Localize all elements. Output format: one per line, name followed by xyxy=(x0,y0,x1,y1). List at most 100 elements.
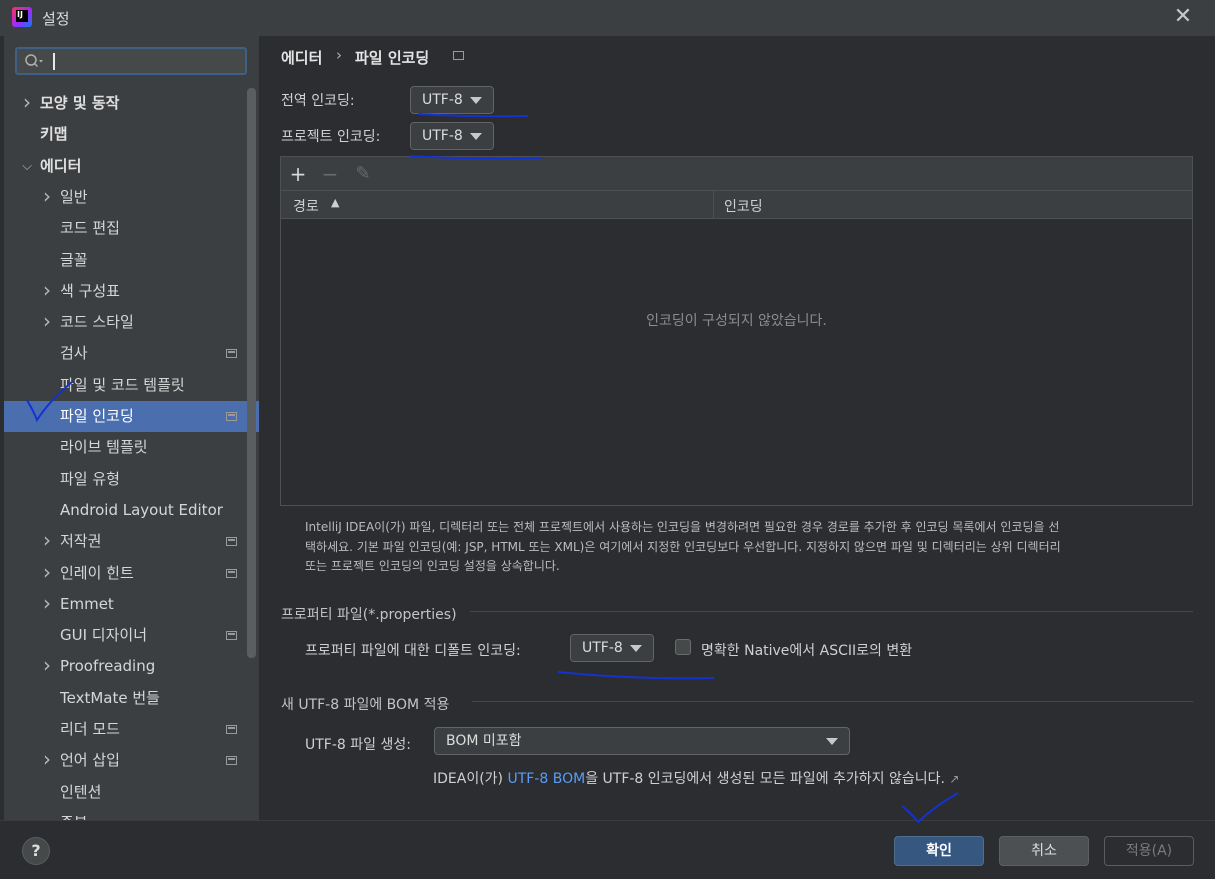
ok-button[interactable]: 확인 xyxy=(894,836,984,866)
sidebar-item[interactable]: › 색 구성표 xyxy=(4,276,259,307)
project-encoding-label: 프로젝트 인코딩: xyxy=(281,129,381,145)
chevron-right-icon[interactable]: › xyxy=(40,276,54,305)
sidebar-item[interactable]: › 언어 삽입 xyxy=(4,745,259,776)
chevron-down-icon[interactable]: ⌵ xyxy=(20,151,34,182)
column-divider[interactable] xyxy=(713,191,714,218)
remove-icon[interactable]: − xyxy=(319,163,341,185)
help-button[interactable]: ? xyxy=(22,837,50,865)
chevron-right-icon[interactable]: › xyxy=(40,745,54,774)
global-encoding-label: 전역 인코딩: xyxy=(281,93,355,109)
sidebar-item[interactable]: › 코드 스타일 xyxy=(4,307,259,338)
chevron-right-icon[interactable]: › xyxy=(20,88,34,117)
sidebar-item-label: 중복 xyxy=(60,808,88,820)
project-scope-icon xyxy=(226,349,237,359)
bom-note-suffix: 을 UTF-8 인코딩에서 생성된 모든 파일에 추가하지 않습니다. xyxy=(585,771,945,787)
native-ascii-checkbox[interactable] xyxy=(675,639,691,655)
sidebar-item[interactable]: 라이브 템플릿 xyxy=(4,432,259,463)
table-header: 경로 ▲ 인코딩 xyxy=(281,190,1192,219)
edit-icon[interactable]: ✎ xyxy=(352,163,374,185)
chevron-right-icon[interactable]: › xyxy=(40,526,54,555)
sidebar-item-label: 키맵 xyxy=(40,125,68,144)
utf8-bom-link[interactable]: UTF-8 BOM xyxy=(507,771,585,787)
close-icon[interactable]: ✕ xyxy=(1172,6,1194,28)
table-toolbar: + − ✎ xyxy=(281,157,1192,190)
section-divider xyxy=(470,611,1193,612)
column-header-path[interactable]: 경로 xyxy=(293,196,319,216)
sort-ascending-icon: ▲ xyxy=(331,196,340,209)
sidebar-item[interactable]: › 모양 및 동작 xyxy=(4,88,259,119)
sidebar-item[interactable]: › Emmet xyxy=(4,589,259,620)
chevron-down-icon xyxy=(470,97,482,104)
chevron-down-icon xyxy=(826,738,838,745)
sidebar-item[interactable]: GUI 디자이너 xyxy=(4,620,259,651)
sidebar-item[interactable]: Android Layout Editor xyxy=(4,495,259,526)
sidebar-item[interactable]: › 저작권 xyxy=(4,526,259,557)
chevron-right-icon[interactable]: › xyxy=(40,558,54,587)
sidebar-item[interactable]: 글꼴 xyxy=(4,245,259,276)
sidebar-item-label: 일반 xyxy=(60,187,88,206)
sidebar-item[interactable]: › 인레이 힌트 xyxy=(4,558,259,589)
project-scope-icon xyxy=(226,568,237,578)
sidebar-item[interactable]: ⌵ 에디터 xyxy=(4,151,259,182)
sidebar-item-label: TextMate 번들 xyxy=(60,688,160,707)
apply-button[interactable]: 적용(A) xyxy=(1104,836,1194,866)
sidebar-scrollbar[interactable] xyxy=(247,88,256,658)
chevron-right-icon[interactable]: › xyxy=(40,307,54,336)
sidebar-item[interactable]: 인텐션 xyxy=(4,777,259,808)
project-scope-icon xyxy=(226,537,237,547)
sidebar-item[interactable]: 검사 xyxy=(4,338,259,369)
section-divider xyxy=(472,701,1193,702)
chevron-right-icon[interactable]: › xyxy=(40,182,54,211)
sidebar-item-label: 인레이 힌트 xyxy=(60,563,134,582)
breadcrumb-separator: › xyxy=(336,46,342,64)
properties-default-label: 프로퍼티 파일에 대한 디폴트 인코딩: xyxy=(305,643,521,659)
sidebar-item[interactable]: TextMate 번들 xyxy=(4,683,259,714)
sidebar-item[interactable]: › Proofreading xyxy=(4,651,259,682)
title-bar xyxy=(0,0,1215,36)
sidebar-item-label: GUI 디자이너 xyxy=(60,626,147,645)
sidebar-item-label: 에디터 xyxy=(40,156,82,175)
sidebar-item-label: 파일 인코딩 xyxy=(60,407,134,425)
search-input[interactable] xyxy=(57,51,241,73)
sidebar-item[interactable]: 중복 xyxy=(4,808,259,820)
sidebar-item-label: Proofreading xyxy=(60,657,156,676)
sidebar-item-label: 모양 및 동작 xyxy=(40,94,120,112)
sidebar-item[interactable]: 파일 유형 xyxy=(4,464,259,495)
description-line-2: 택하세요. 기본 파일 인코딩(예: JSP, HTML 또는 XML)은 여기… xyxy=(305,540,1061,554)
chevron-right-icon[interactable]: › xyxy=(40,651,54,680)
project-encoding-combo[interactable]: UTF-8 xyxy=(410,122,494,150)
native-ascii-label[interactable]: 명확한 Native에서 ASCII로의 변환 xyxy=(701,640,912,660)
sidebar-item-label: 라이브 템플릿 xyxy=(60,438,148,457)
global-encoding-combo[interactable]: UTF-8 xyxy=(410,86,494,114)
app-logo-icon: IJ xyxy=(12,7,32,27)
sidebar-item-label: 검사 xyxy=(60,344,88,363)
sidebar-item-label: 파일 유형 xyxy=(60,469,120,488)
sidebar-item-label: 코드 편집 xyxy=(60,219,120,238)
column-header-encoding[interactable]: 인코딩 xyxy=(724,196,763,216)
bom-note-prefix: IDEA이(가) xyxy=(433,771,508,787)
add-icon[interactable]: + xyxy=(287,163,309,185)
sidebar-item[interactable]: › 일반 xyxy=(4,182,259,213)
properties-encoding-combo[interactable]: UTF-8 xyxy=(570,634,654,662)
encoding-table: + − ✎ 경로 ▲ 인코딩 인코딩이 구성되지 않았습니다. xyxy=(280,156,1193,506)
search-box[interactable] xyxy=(15,47,247,75)
table-empty-text: 인코딩이 구성되지 않았습니다. xyxy=(646,313,827,329)
window-title: 설정 xyxy=(42,10,70,28)
sidebar-item[interactable]: 키맵 xyxy=(4,119,259,150)
sidebar-item[interactable]: 리더 모드 xyxy=(4,714,259,745)
chevron-down-icon xyxy=(470,133,482,140)
bom-create-value: BOM 미포함 xyxy=(446,733,522,749)
cancel-button[interactable]: 취소 xyxy=(999,836,1089,866)
search-icon[interactable] xyxy=(24,53,44,69)
sidebar-item[interactable]: 파일 인코딩 xyxy=(4,401,259,432)
project-scope-icon xyxy=(226,631,237,641)
sidebar-item-label: 글꼴 xyxy=(60,250,88,269)
sidebar-item-label: 저작권 xyxy=(60,532,102,551)
breadcrumb-parent[interactable]: 에디터 xyxy=(281,47,322,68)
sidebar-item[interactable]: 파일 및 코드 템플릿 xyxy=(4,370,259,401)
chevron-right-icon[interactable]: › xyxy=(40,589,54,618)
sidebar-item[interactable]: 코드 편집 xyxy=(4,213,259,244)
bom-create-combo[interactable]: BOM 미포함 xyxy=(434,727,850,755)
sidebar-item-label: 인텐션 xyxy=(60,782,102,801)
settings-sidebar: › 모양 및 동작키맵 ⌵ 에디터 › 일반코드 편집글꼴 › 색 구성표 › 코드 스타일검사파… xyxy=(4,36,259,820)
